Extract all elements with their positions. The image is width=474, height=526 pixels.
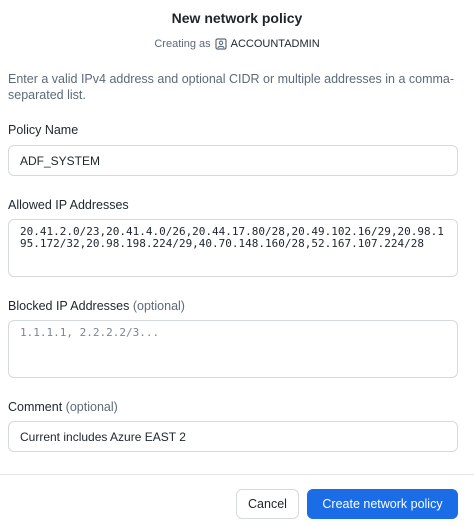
blocked-ip-textarea[interactable]: 1.1.1.1, 2.2.2.2/3... xyxy=(8,320,458,378)
role-name: ACCOUNTADMIN xyxy=(230,38,320,50)
policy-name-label: Policy Name xyxy=(8,123,79,137)
comment-label-text: Comment xyxy=(8,400,63,414)
user-badge-icon xyxy=(215,38,227,50)
instructions-text: Enter a valid IPv4 address and optional … xyxy=(8,72,455,102)
new-network-policy-dialog: New network policy Creating as ACCOUNTAD… xyxy=(0,0,474,526)
creating-as-line: Creating as ACCOUNTADMIN xyxy=(0,38,474,50)
cancel-button[interactable]: Cancel xyxy=(236,489,299,519)
blocked-ip-label-text: Blocked IP Addresses xyxy=(8,299,130,313)
blocked-ip-optional-text: (optional) xyxy=(132,299,185,313)
dialog-title: New network policy xyxy=(171,10,303,26)
create-network-policy-button[interactable]: Create network policy xyxy=(307,489,458,519)
comment-label: Comment (optional) xyxy=(8,400,118,414)
blocked-ip-label: Blocked IP Addresses (optional) xyxy=(8,299,185,313)
allowed-ip-textarea[interactable]: 20.41.2.0/23,20.41.4.0/26,20.44.17.80/28… xyxy=(8,219,458,277)
footer-divider xyxy=(0,474,474,475)
allowed-ip-label: Allowed IP Addresses xyxy=(8,198,129,212)
comment-input[interactable]: Current includes Azure EAST 2 xyxy=(8,421,458,452)
creating-as-label: Creating as xyxy=(154,38,211,50)
blocked-ip-placeholder: 1.1.1.1, 2.2.2.2/3... xyxy=(20,326,160,339)
policy-name-input[interactable]: ADF_SYSTEM xyxy=(8,145,458,176)
comment-optional-text: (optional) xyxy=(65,400,118,414)
